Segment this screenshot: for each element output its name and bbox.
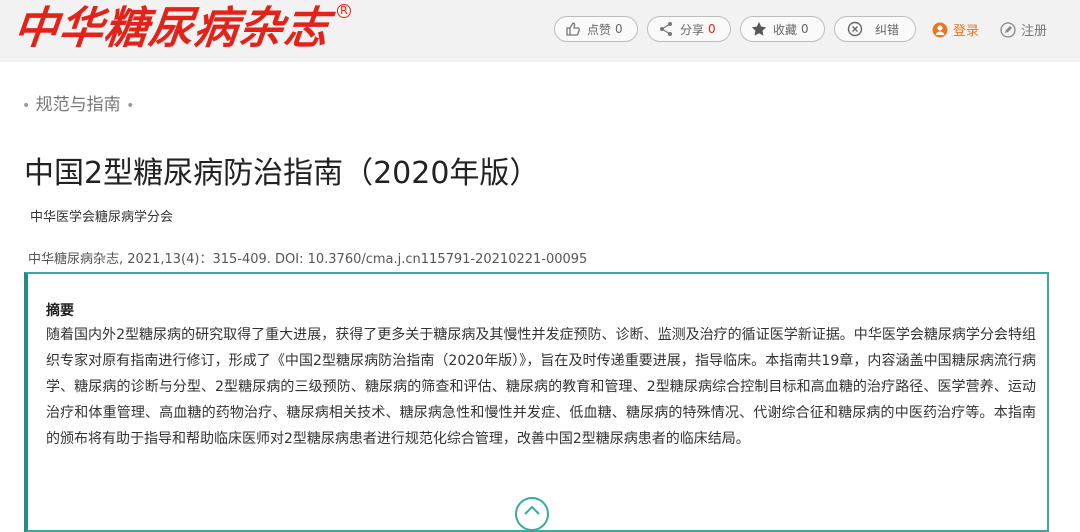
- abstract-box: 摘要 随着国内外2型糖尿病的研究取得了重大进展，获得了更多关于糖尿病及其慢性并发…: [24, 272, 1049, 532]
- section-breadcrumb[interactable]: • 规范与指南 •: [22, 90, 134, 115]
- bullet-left: •: [22, 98, 31, 114]
- expand-toggle-button[interactable]: [515, 497, 549, 531]
- journal-logo[interactable]: 中华糖尿病杂志: [11, 2, 332, 56]
- article-citation: 中华糖尿病杂志, 2021,13(4)：315-409. DOI: 10.376…: [28, 252, 588, 267]
- register-label: 注册: [1021, 24, 1048, 39]
- pencil-icon: [1000, 21, 1016, 38]
- share-button[interactable]: 分享 0: [647, 16, 731, 42]
- user-icon: [932, 22, 948, 37]
- report-error-button[interactable]: 纠错: [834, 16, 916, 42]
- thumbs-up-icon: [566, 22, 580, 36]
- abstract-heading: 摘要: [46, 303, 74, 319]
- like-button[interactable]: 点赞 0: [554, 16, 638, 42]
- like-count: 0: [615, 22, 623, 36]
- share-icon: [660, 22, 672, 36]
- share-label: 分享: [680, 22, 705, 37]
- login-link[interactable]: 登录: [932, 20, 979, 39]
- article-title: 中国2型糖尿病防治指南（2020年版）: [24, 156, 540, 191]
- share-count: 0: [708, 22, 716, 36]
- abstract-text: 随着国内外2型糖尿病的研究取得了重大进展，获得了更多关于糖尿病及其慢性并发症预防…: [46, 327, 1036, 447]
- favorite-label: 收藏: [773, 22, 798, 37]
- star-icon: [751, 22, 767, 36]
- error-report-icon: [847, 21, 863, 37]
- chevron-up-icon: [524, 505, 540, 515]
- top-bar: 中华糖尿病杂志 R 点赞 0 分享 0 收藏 0 纠错 登录 注册: [0, 0, 1080, 62]
- article-author[interactable]: 中华医学会糖尿病学分会: [30, 206, 173, 225]
- login-label: 登录: [953, 24, 980, 39]
- report-error-label: 纠错: [875, 22, 900, 37]
- registered-mark: R: [337, 4, 351, 18]
- favorite-button[interactable]: 收藏 0: [740, 16, 825, 42]
- like-label: 点赞: [587, 22, 612, 37]
- register-link[interactable]: 注册: [1000, 20, 1047, 39]
- section-label: 规范与指南: [35, 95, 121, 115]
- bullet-right: •: [126, 98, 135, 114]
- favorite-count: 0: [801, 22, 809, 36]
